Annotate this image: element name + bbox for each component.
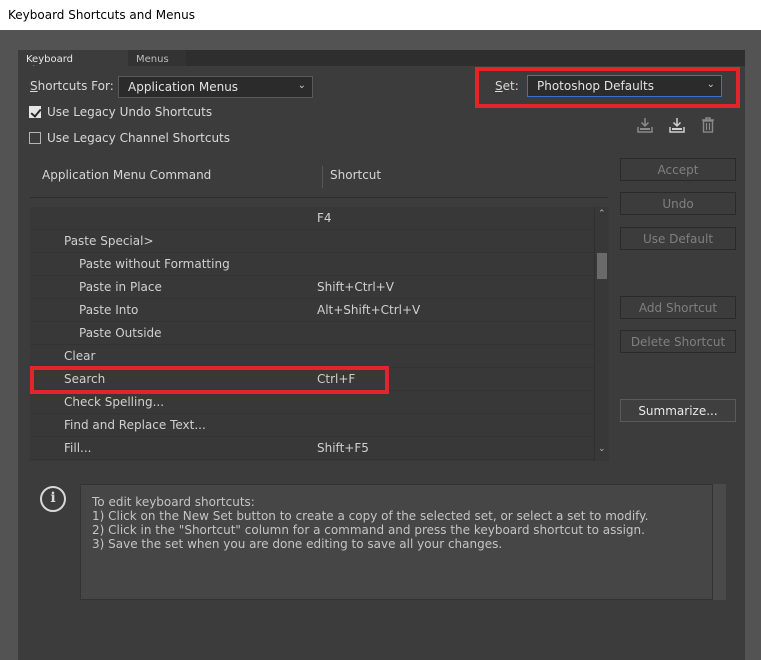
shortcuts-for-label-rest: hortcuts For: <box>37 79 114 93</box>
shortcuts-for-label: Shortcuts For: <box>30 79 114 93</box>
scroll-down-icon[interactable]: ⌄ <box>598 444 606 454</box>
info-scrollbar[interactable] <box>713 484 726 600</box>
table-row[interactable]: Paste Into Alt+Shift+Ctrl+V <box>30 299 594 322</box>
row-command: Search <box>64 372 106 386</box>
table-row[interactable]: Paste Special> <box>30 230 594 253</box>
legacy-undo-checkbox[interactable] <box>29 106 41 118</box>
scroll-thumb[interactable] <box>597 253 607 279</box>
info-line: To edit keyboard shortcuts: <box>92 495 255 509</box>
delete-shortcut-button[interactable]: Delete Shortcut <box>620 330 736 353</box>
info-text: To edit keyboard shortcuts: 1) Click on … <box>80 484 713 600</box>
chevron-down-icon: ⌄ <box>297 80 306 91</box>
legacy-channel-checkbox[interactable] <box>29 132 41 144</box>
row-command: Clear <box>64 349 96 363</box>
row-shortcut[interactable]: F4 <box>317 211 332 225</box>
shortcut-list: F4 Paste Special> Paste without Formatti… <box>30 207 594 461</box>
shortcuts-for-value: Application Menus <box>128 80 239 94</box>
set-select[interactable]: Photoshop Defaults ⌄ <box>527 75 722 97</box>
info-line: 2) Click in the "Shortcut" column for a … <box>92 523 645 537</box>
chevron-down-icon: ⌄ <box>706 79 715 90</box>
row-command: Paste Special> <box>64 234 154 248</box>
row-shortcut[interactable]: Shift+F5 <box>317 441 369 455</box>
column-divider <box>322 166 323 188</box>
row-command: Fill... <box>64 441 92 455</box>
use-default-button[interactable]: Use Default <box>620 227 736 250</box>
summarize-button[interactable]: Summarize... <box>620 399 736 422</box>
column-header-shortcut[interactable]: Shortcut <box>330 168 381 182</box>
row-shortcut[interactable]: Alt+Shift+Ctrl+V <box>317 303 420 317</box>
table-header: Application Menu Command Shortcut <box>30 158 608 198</box>
legacy-channel-label: Use Legacy Channel Shortcuts <box>47 131 231 145</box>
row-command: Check Spelling... <box>64 395 165 409</box>
row-shortcut[interactable]: Shift+Ctrl+V <box>317 280 394 294</box>
row-command: Paste without Formatting <box>79 257 230 271</box>
table-row[interactable]: Paste without Formatting <box>30 253 594 276</box>
set-value: Photoshop Defaults <box>537 79 654 93</box>
table-row[interactable]: Paste in Place Shift+Ctrl+V <box>30 276 594 299</box>
row-shortcut[interactable]: Ctrl+F <box>317 372 355 386</box>
table-row[interactable]: F4 <box>30 207 594 230</box>
table-row[interactable]: Check Spelling... <box>30 391 594 414</box>
undo-button[interactable]: Undo <box>620 192 736 215</box>
table-row[interactable]: Find and Replace Text... <box>30 414 594 437</box>
set-label-rest: et: <box>502 79 519 93</box>
delete-set-icon[interactable] <box>700 116 722 138</box>
column-header-command[interactable]: Application Menu Command <box>42 168 211 182</box>
table-row[interactable]: Search Ctrl+F <box>30 368 594 391</box>
table-row[interactable]: Paste Outside <box>30 322 594 345</box>
info-line: 1) Click on the New Set button to create… <box>92 509 649 523</box>
add-shortcut-button[interactable]: Add Shortcut <box>620 296 736 319</box>
list-scrollbar[interactable]: ⌃ ⌄ <box>594 207 609 461</box>
new-set-icon[interactable] <box>668 116 690 138</box>
legacy-undo-label: Use Legacy Undo Shortcuts <box>47 105 213 119</box>
row-command: Paste in Place <box>79 280 162 294</box>
table-row[interactable]: Clear <box>30 345 594 368</box>
window-title: Keyboard Shortcuts and Menus <box>0 0 761 30</box>
accept-button[interactable]: Accept <box>620 158 736 181</box>
info-icon: i <box>40 486 66 512</box>
table-row[interactable]: Fill... Shift+F5 <box>30 437 594 460</box>
row-command: Paste Into <box>79 303 139 317</box>
row-command: Find and Replace Text... <box>64 418 206 432</box>
row-command: Paste Outside <box>79 326 162 340</box>
shortcuts-for-select[interactable]: Application Menus ⌄ <box>118 76 313 98</box>
set-label: Set: <box>495 79 519 93</box>
save-set-icon[interactable] <box>636 116 658 138</box>
info-line: 3) Save the set when you are done editin… <box>92 537 503 551</box>
scroll-up-icon[interactable]: ⌃ <box>598 209 606 219</box>
